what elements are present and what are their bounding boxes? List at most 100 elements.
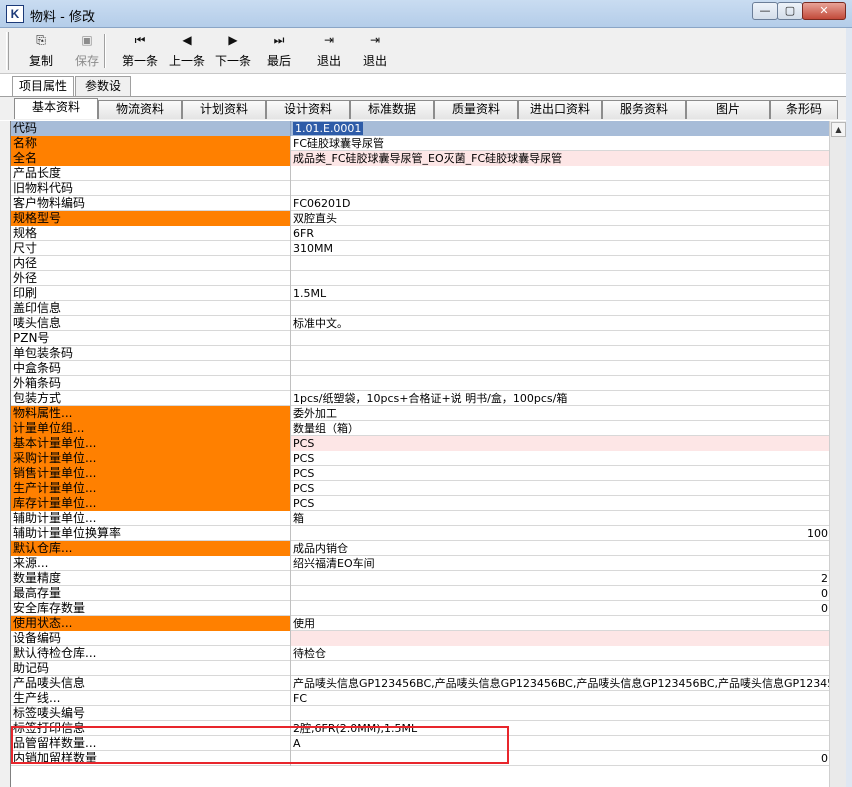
- table-row[interactable]: 安全库存数量 0: [11, 601, 829, 616]
- row-value[interactable]: [291, 166, 829, 181]
- table-row[interactable]: 品管留样数量... A: [11, 736, 829, 751]
- row-value[interactable]: [291, 256, 829, 271]
- row-value[interactable]: 成品内销仓: [291, 541, 829, 556]
- table-row[interactable]: 辅助计量单位... 箱: [11, 511, 829, 526]
- selected-value[interactable]: 1.01.E.0001: [293, 122, 364, 135]
- row-value[interactable]: [291, 376, 829, 391]
- table-row[interactable]: 外箱条码: [11, 376, 829, 391]
- row-value[interactable]: 0: [291, 601, 829, 616]
- row-value[interactable]: A: [291, 736, 829, 751]
- table-row[interactable]: 代码 1.01.E.0001: [11, 121, 829, 136]
- row-value[interactable]: 双腔直头: [291, 211, 829, 226]
- row-value[interactable]: [291, 181, 829, 196]
- row-value[interactable]: PCS: [291, 496, 829, 511]
- toolbar-button-5[interactable]: ⏭ 最后: [256, 31, 302, 71]
- row-value[interactable]: 产品唛头信息GP123456BC,产品唛头信息GP123456BC,产品唛头信息…: [291, 676, 829, 691]
- row-value[interactable]: FC06201D: [291, 196, 829, 211]
- row-value[interactable]: PCS: [291, 466, 829, 481]
- table-row[interactable]: 规格 6FR: [11, 226, 829, 241]
- table-row[interactable]: 尺寸 310MM: [11, 241, 829, 256]
- toolbar-button-0[interactable]: ⎘ 复制: [18, 31, 64, 71]
- toolbar-grip[interactable]: [6, 32, 9, 70]
- table-row[interactable]: 基本计量单位... PCS: [11, 436, 829, 451]
- row-value[interactable]: 0: [291, 586, 829, 601]
- scroll-up-icon[interactable]: ▲: [831, 122, 846, 137]
- table-row[interactable]: 使用状态... 使用: [11, 616, 829, 631]
- table-row[interactable]: 标签唛头编号: [11, 706, 829, 721]
- tab-8[interactable]: 图片: [686, 100, 770, 119]
- table-row[interactable]: 规格型号 双腔直头: [11, 211, 829, 226]
- toolbar-button-3[interactable]: ◀ 上一条: [164, 31, 210, 71]
- tab-1[interactable]: 物流资料: [98, 100, 182, 119]
- table-row[interactable]: PZN号: [11, 331, 829, 346]
- table-row[interactable]: 中盒条码: [11, 361, 829, 376]
- row-value[interactable]: 310MM: [291, 241, 829, 256]
- tab-2[interactable]: 计划资料: [182, 100, 266, 119]
- row-value[interactable]: 2腔,6FR(2.0MM),1.5ML: [291, 721, 829, 736]
- row-value[interactable]: PCS: [291, 451, 829, 466]
- row-value[interactable]: [291, 346, 829, 361]
- table-row[interactable]: 设备编码: [11, 631, 829, 646]
- table-row[interactable]: 单包装条码: [11, 346, 829, 361]
- table-row[interactable]: 最高存量 0: [11, 586, 829, 601]
- row-value[interactable]: 使用: [291, 616, 829, 631]
- table-row[interactable]: 来源... 绍兴福清EO车间: [11, 556, 829, 571]
- minimize-button[interactable]: —: [752, 2, 778, 20]
- table-row[interactable]: 产品唛头信息 产品唛头信息GP123456BC,产品唛头信息GP123456BC,…: [11, 676, 829, 691]
- row-value[interactable]: 数量组（箱）: [291, 421, 829, 436]
- row-value[interactable]: 成品类_FC硅胶球囊导尿管_EO灭菌_FC硅胶球囊导尿管: [291, 151, 829, 166]
- toolbar-button-6[interactable]: ⇥ 退出: [306, 31, 352, 71]
- toolbar-button-4[interactable]: ▶ 下一条: [210, 31, 256, 71]
- maximize-button[interactable]: ▢: [777, 2, 803, 20]
- row-value[interactable]: [291, 661, 829, 676]
- table-row[interactable]: 内径: [11, 256, 829, 271]
- row-value[interactable]: 箱: [291, 511, 829, 526]
- row-value[interactable]: 标准中文。: [291, 316, 829, 331]
- toolbar-button-7[interactable]: ⇥ 退出: [352, 31, 398, 71]
- row-value[interactable]: [291, 706, 829, 721]
- row-value[interactable]: 委外加工: [291, 406, 829, 421]
- table-row[interactable]: 全名 成品类_FC硅胶球囊导尿管_EO灭菌_FC硅胶球囊导尿管: [11, 151, 829, 166]
- property-tab-1[interactable]: 参数设置: [75, 76, 131, 111]
- toolbar-button-2[interactable]: ⏮ 第一条: [116, 31, 164, 71]
- table-row[interactable]: 旧物料代码: [11, 181, 829, 196]
- table-row[interactable]: 内销加留样数量 0: [11, 751, 829, 766]
- row-value[interactable]: [291, 361, 829, 376]
- row-value[interactable]: 1pcs/纸塑袋，10pcs+合格证+说 明书/盒，100pcs/箱: [291, 391, 829, 406]
- table-row[interactable]: 唛头信息 标准中文。: [11, 316, 829, 331]
- table-row[interactable]: 生产计量单位... PCS: [11, 481, 829, 496]
- table-row[interactable]: 采购计量单位... PCS: [11, 451, 829, 466]
- tab-6[interactable]: 进出口资料: [518, 100, 602, 119]
- table-row[interactable]: 默认待检仓库... 待检仓: [11, 646, 829, 661]
- row-value[interactable]: 6FR: [291, 226, 829, 241]
- row-value[interactable]: 1.5ML: [291, 286, 829, 301]
- table-row[interactable]: 印刷 1.5ML: [11, 286, 829, 301]
- table-row[interactable]: 助记码: [11, 661, 829, 676]
- close-button[interactable]: ✕: [802, 2, 846, 20]
- table-row[interactable]: 包装方式 1pcs/纸塑袋，10pcs+合格证+说 明书/盒，100pcs/箱: [11, 391, 829, 406]
- row-value[interactable]: FC硅胶球囊导尿管: [291, 136, 829, 151]
- row-value[interactable]: 绍兴福清EO车间: [291, 556, 829, 571]
- table-row[interactable]: 辅助计量单位换算率 100: [11, 526, 829, 541]
- table-row[interactable]: 名称 FC硅胶球囊导尿管: [11, 136, 829, 151]
- row-value[interactable]: 2: [291, 571, 829, 586]
- table-row[interactable]: 物料属性... 委外加工: [11, 406, 829, 421]
- row-value[interactable]: PCS: [291, 481, 829, 496]
- table-row[interactable]: 计量单位组... 数量组（箱）: [11, 421, 829, 436]
- table-row[interactable]: 外径: [11, 271, 829, 286]
- row-value[interactable]: 待检仓: [291, 646, 829, 661]
- table-row[interactable]: 盖印信息: [11, 301, 829, 316]
- tab-5[interactable]: 质量资料: [434, 100, 518, 119]
- table-row[interactable]: 产品长度: [11, 166, 829, 181]
- table-row[interactable]: 销售计量单位... PCS: [11, 466, 829, 481]
- row-value[interactable]: [291, 271, 829, 286]
- property-tab-0[interactable]: 项目属性: [12, 76, 74, 97]
- vertical-scrollbar[interactable]: ▲: [829, 121, 846, 787]
- table-row[interactable]: 默认仓库... 成品内销仓: [11, 541, 829, 556]
- tab-4[interactable]: 标准数据: [350, 100, 434, 119]
- table-row[interactable]: 数量精度 2: [11, 571, 829, 586]
- row-value[interactable]: PCS: [291, 436, 829, 451]
- row-value[interactable]: [291, 301, 829, 316]
- row-value[interactable]: [291, 331, 829, 346]
- tab-3[interactable]: 设计资料: [266, 100, 350, 119]
